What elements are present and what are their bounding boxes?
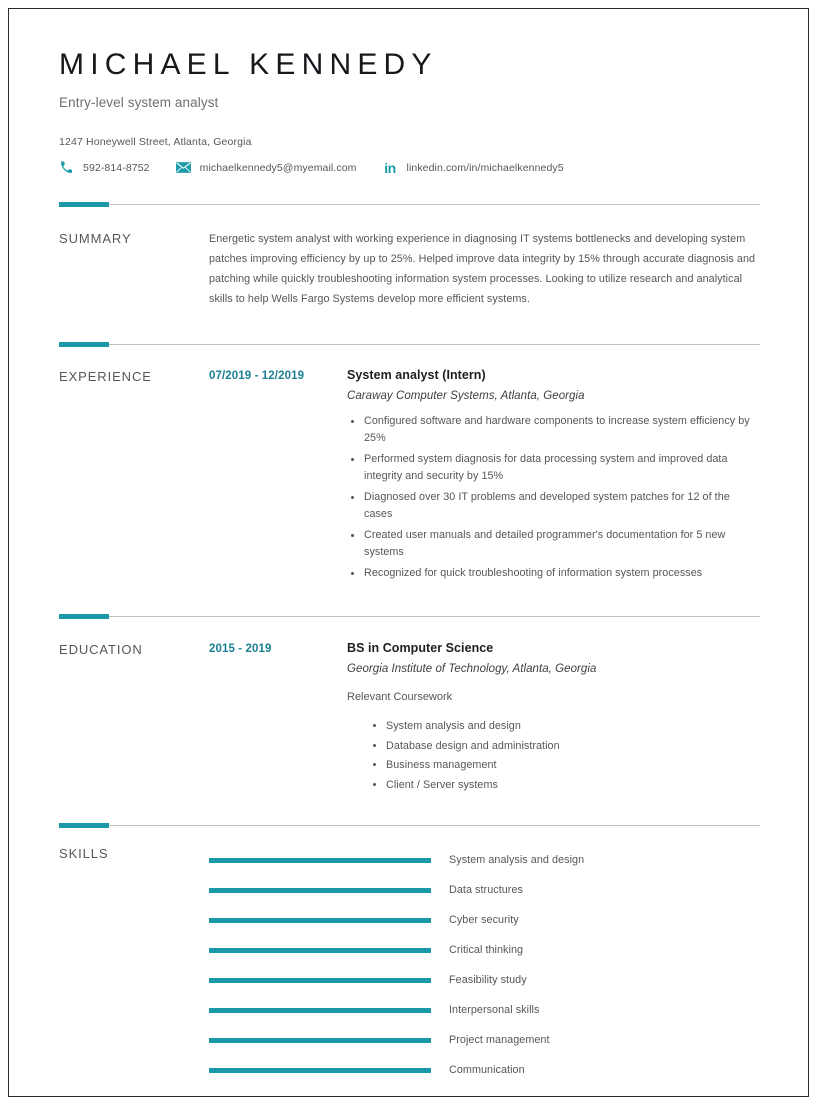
skill-level-bar: [209, 887, 431, 893]
skill-bar-track: [209, 1037, 431, 1043]
skill-level-bar: [209, 977, 431, 983]
section-label-experience: EXPERIENCE: [59, 368, 152, 384]
skill-bar-track: [209, 887, 431, 893]
resume-page: MICHAEL KENNEDY Entry-level system analy…: [8, 8, 809, 1097]
skill-level-bar: [209, 857, 431, 863]
skill-bar-track: [209, 917, 431, 923]
skill-label: Critical thinking: [449, 944, 524, 957]
skill-level-bar: [209, 1007, 431, 1013]
list-item: Database design and administration: [369, 737, 760, 756]
list-item: Configured software and hardware compone…: [347, 413, 760, 448]
education-institution: Georgia Institute of Technology, Atlanta…: [347, 663, 597, 676]
experience-title: System analyst (Intern): [347, 367, 486, 382]
summary-text: Energetic system analyst with working ex…: [209, 233, 756, 305]
page-title: MICHAEL KENNEDY: [59, 48, 438, 81]
skill-label: Interpersonal skills: [449, 1004, 540, 1017]
experience-date: 07/2019 - 12/2019: [209, 369, 305, 382]
email-value: michaelkennedy5@myemail.com: [199, 161, 357, 174]
skill-row: Cyber security: [209, 905, 760, 935]
divider-education: [59, 614, 760, 620]
section-summary: SUMMARY Energetic system analyst with wo…: [59, 230, 760, 310]
list-item: Created user manuals and detailed progra…: [347, 527, 760, 562]
phone-icon: [59, 160, 74, 175]
list-item: Diagnosed over 30 IT problems and develo…: [347, 489, 760, 524]
skill-level-bar: [209, 947, 431, 953]
skill-row: Project management: [209, 1025, 760, 1055]
divider-summary: [59, 202, 760, 207]
resume-content: MICHAEL KENNEDY Entry-level system analy…: [9, 9, 808, 1085]
list-item: System analysis and design: [369, 717, 760, 736]
email-icon: [175, 160, 191, 175]
skill-bar-track: [209, 947, 431, 953]
section-label-summary: SUMMARY: [59, 231, 132, 246]
section-education: EDUCATION 2015 - 2019 BS in Computer Sci…: [59, 641, 760, 795]
list-item: Performed system diagnosis for data proc…: [347, 451, 760, 486]
divider-skills: [59, 823, 760, 829]
list-item: Client / Server systems: [369, 776, 760, 795]
skill-label: Cyber security: [449, 914, 519, 927]
contact-email[interactable]: michaelkennedy5@myemail.com: [175, 160, 357, 175]
skill-label: Data structures: [449, 884, 523, 897]
skill-bar-track: [209, 857, 431, 863]
divider-experience: [59, 341, 760, 347]
linkedin-glyph: in: [384, 159, 396, 176]
education-date: 2015 - 2019: [209, 643, 272, 656]
skill-row: System analysis and design: [209, 845, 760, 875]
linkedin-icon: in: [383, 160, 398, 175]
skill-row: Critical thinking: [209, 935, 760, 965]
job-subtitle: Entry-level system analyst: [59, 95, 219, 110]
address-line: 1247 Honeywell Street, Atlanta, Georgia: [59, 136, 252, 148]
contact-linkedin[interactable]: in linkedin.com/in/michaelkennedy5: [383, 160, 564, 175]
experience-bullet-list: Configured software and hardware compone…: [347, 413, 760, 582]
education-degree: BS in Computer Science: [347, 641, 494, 656]
section-skills: SKILLS System analysis and design Data s…: [59, 845, 760, 1085]
skill-label: Project management: [449, 1034, 550, 1047]
skill-row: Feasibility study: [209, 965, 760, 995]
coursework-label: Relevant Coursework: [347, 691, 453, 704]
skill-label: System analysis and design: [449, 854, 585, 867]
coursework-list: System analysis and design Database desi…: [347, 717, 760, 794]
skills-list: System analysis and design Data structur…: [209, 845, 760, 1085]
skill-label: Communication: [449, 1064, 525, 1077]
education-body: BS in Computer Science Georgia Institute…: [347, 641, 760, 795]
list-item: Business management: [369, 756, 760, 775]
experience-body: System analyst (Intern) Caraway Computer…: [347, 368, 760, 585]
skill-bar-track: [209, 977, 431, 983]
skill-row: Data structures: [209, 875, 760, 905]
skill-row: Interpersonal skills: [209, 995, 760, 1025]
list-item: Recognized for quick troubleshooting of …: [347, 565, 760, 582]
phone-value: 592-814-8752: [83, 161, 150, 174]
skill-level-bar: [209, 917, 431, 923]
experience-organization: Caraway Computer Systems, Atlanta, Georg…: [347, 389, 585, 402]
contact-phone[interactable]: 592-814-8752: [59, 160, 150, 175]
summary-body: Energetic system analyst with working ex…: [209, 230, 760, 310]
contact-row: 592-814-8752 michaelkennedy5@myemail.com: [59, 160, 760, 175]
skill-bar-track: [209, 1067, 431, 1073]
resume-header: MICHAEL KENNEDY Entry-level system analy…: [59, 47, 760, 175]
section-label-education: EDUCATION: [59, 642, 143, 658]
linkedin-value: linkedin.com/in/michaelkennedy5: [406, 161, 564, 174]
section-experience: EXPERIENCE 07/2019 - 12/2019 System anal…: [59, 368, 760, 585]
section-label-skills: SKILLS: [59, 846, 109, 862]
skill-bar-track: [209, 1007, 431, 1013]
skill-label: Feasibility study: [449, 974, 527, 987]
skill-level-bar: [209, 1037, 431, 1043]
skill-level-bar: [209, 1067, 431, 1073]
skill-row: Communication: [209, 1055, 760, 1085]
